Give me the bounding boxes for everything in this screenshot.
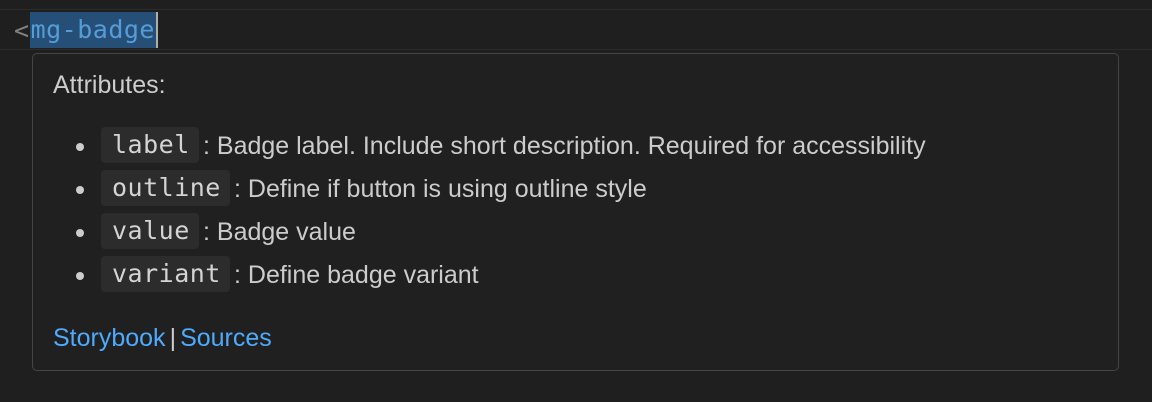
current-line-bottom-border <box>0 49 1152 50</box>
tag-name-token[interactable]: mg-badge <box>29 12 156 48</box>
tag-open-bracket: < <box>14 15 30 45</box>
documentation-links: Storybook | Sources <box>53 324 272 353</box>
attribute-name: outline <box>101 170 230 206</box>
current-line-top-border <box>0 9 1152 10</box>
attributes-heading: Attributes: <box>53 71 166 99</box>
code-line[interactable]: < mg-badge <box>14 12 158 48</box>
attribute-name: value <box>101 213 199 249</box>
attribute-description: : Define if button is using outline styl… <box>234 175 647 203</box>
attribute-description: : Badge value <box>203 218 356 246</box>
attribute-description: : Badge label. Include short description… <box>203 132 926 160</box>
bullet-icon <box>76 229 84 237</box>
storybook-link[interactable]: Storybook <box>53 324 166 352</box>
attribute-name: variant <box>101 256 230 292</box>
text-cursor <box>155 12 158 48</box>
sources-link[interactable]: Sources <box>180 324 272 352</box>
bullet-icon <box>76 186 84 194</box>
hover-tooltip: Attributes: label : Badge label. Include… <box>32 53 1119 371</box>
bullet-icon <box>76 272 84 280</box>
code-editor[interactable]: < mg-badge Attributes: label : Badge labe… <box>0 0 1152 402</box>
link-separator: | <box>169 324 177 352</box>
attribute-description: : Define badge variant <box>234 261 479 289</box>
attribute-name: label <box>101 127 199 163</box>
bullet-icon <box>76 143 84 151</box>
